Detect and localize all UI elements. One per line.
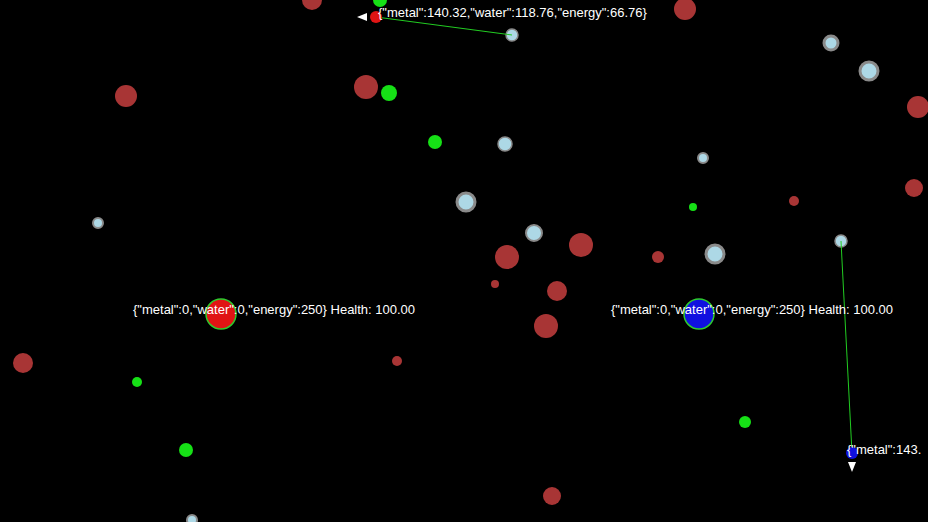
metal-resource: [534, 314, 558, 338]
heading-arrow-icon: [848, 462, 856, 472]
ship-label: {"metal":143.: [847, 442, 921, 458]
metal-resource: [302, 0, 322, 10]
water-resource: [824, 36, 838, 50]
metal-resource: [907, 96, 928, 118]
base-label: {"metal":0,"water":0,"energy":250} Healt…: [133, 302, 415, 318]
metal-resource: [495, 245, 519, 269]
ship[interactable]: [841, 241, 858, 472]
water-resource: [526, 225, 542, 241]
water-resource: [93, 218, 103, 228]
energy-resource: [132, 377, 142, 387]
mining-beam: [841, 241, 852, 453]
water-resource: [698, 153, 708, 163]
metal-resource: [905, 179, 923, 197]
energy-resource: [428, 135, 442, 149]
metal-resource: [115, 85, 137, 107]
game-canvas[interactable]: {"metal":0,"water":0,"energy":250} Healt…: [0, 0, 928, 522]
metal-resource: [543, 487, 561, 505]
energy-resource: [689, 203, 697, 211]
energy-resource: [739, 416, 751, 428]
metal-resource: [392, 356, 402, 366]
water-resource: [498, 137, 512, 151]
energy-resource: [381, 85, 397, 101]
metal-resource: [569, 233, 593, 257]
metal-resource: [789, 196, 799, 206]
game-layer: [0, 0, 928, 522]
ship-label: {"metal":140.32,"water":118.76,"energy":…: [378, 5, 647, 21]
metal-resource: [652, 251, 664, 263]
energy-resource: [179, 443, 193, 457]
metal-resource: [491, 280, 499, 288]
water-resource: [860, 62, 878, 80]
water-resource: [187, 515, 197, 522]
metal-resource: [13, 353, 33, 373]
metal-resource: [674, 0, 696, 20]
metal-resource: [547, 281, 567, 301]
water-resource: [706, 245, 724, 263]
base-label: {"metal":0,"water":0,"energy":250} Healt…: [611, 302, 893, 318]
heading-arrow-icon: [357, 13, 367, 21]
metal-resource: [354, 75, 378, 99]
water-resource: [457, 193, 475, 211]
